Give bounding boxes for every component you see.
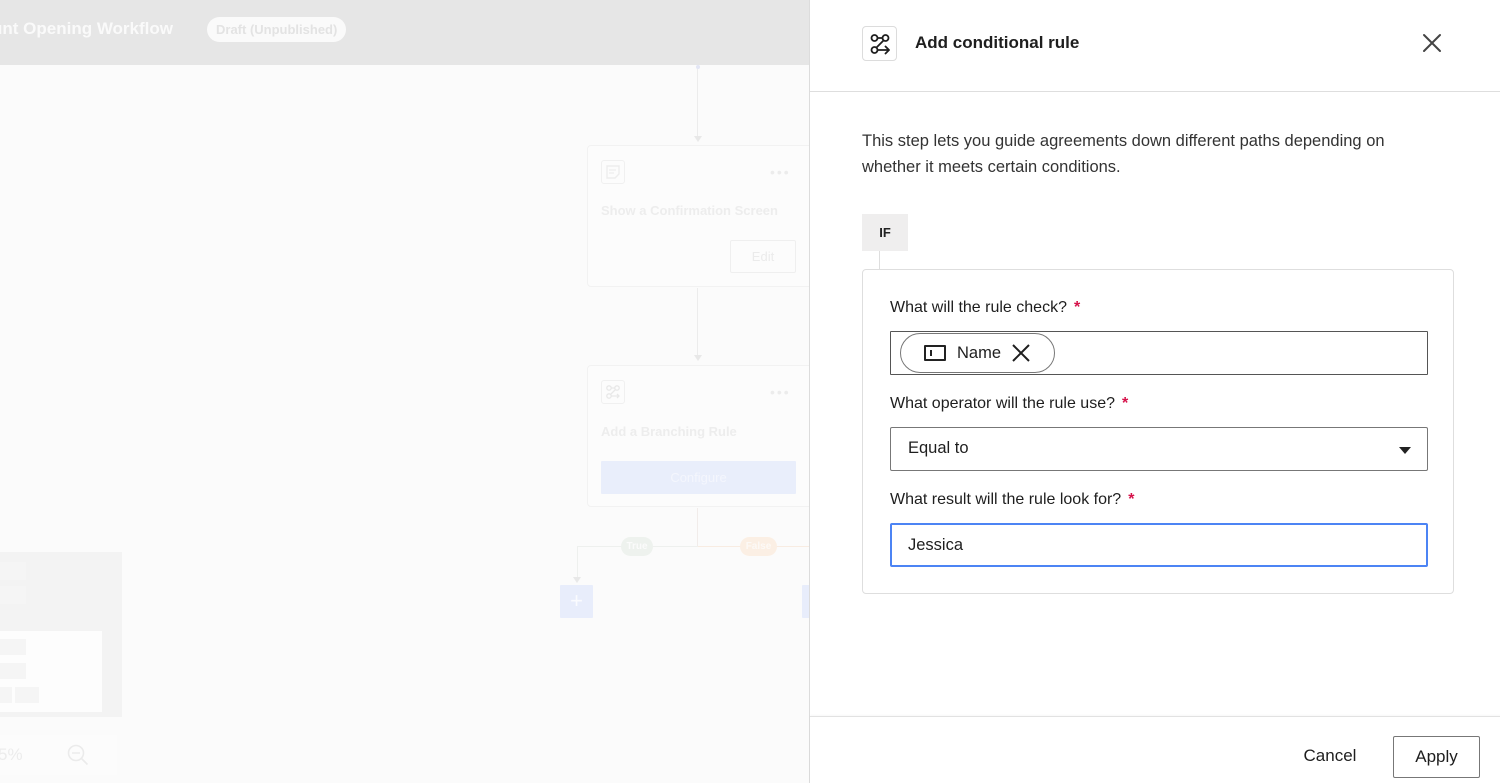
if-connector (879, 251, 880, 270)
close-button[interactable] (1418, 29, 1446, 57)
connector-dot (696, 65, 700, 69)
required-mark: * (1122, 395, 1129, 412)
panel-footer: Cancel Apply (810, 716, 1500, 783)
conditional-rule-panel: Add conditional rule This step lets you … (809, 0, 1500, 783)
operator-selected-value: Equal to (908, 439, 969, 457)
branch-icon (601, 380, 625, 404)
close-icon (1012, 344, 1030, 362)
add-step-button[interactable] (802, 585, 809, 618)
chip-remove-button[interactable] (1010, 342, 1032, 364)
step-card-branching-rule[interactable]: ••• Add a Branching Rule Configure (587, 365, 809, 507)
more-options-icon[interactable]: ••• (770, 384, 791, 400)
required-mark: * (1128, 491, 1135, 508)
workflow-header: unt Opening Workflow Draft (Unpublished) (0, 0, 809, 65)
caret-down-icon (1399, 447, 1411, 454)
minimap-block (0, 586, 26, 604)
status-badge: Draft (Unpublished) (207, 17, 347, 42)
note-icon (601, 160, 625, 184)
panel-header: Add conditional rule (810, 0, 1500, 92)
minimap-viewport[interactable] (0, 631, 102, 712)
result-input[interactable] (890, 523, 1428, 567)
result-label-text: What result will the rule look for? (890, 491, 1122, 508)
minimap-block (0, 562, 26, 580)
minimap-block (0, 663, 26, 679)
minimap-block (0, 639, 26, 655)
step-title: Add a Branching Rule (601, 424, 737, 439)
panel-title: Add conditional rule (915, 33, 1080, 52)
operator-label: What operator will the rule use? * (890, 395, 1128, 413)
if-label: IF (862, 214, 908, 251)
workflow-title: unt Opening Workflow (0, 19, 173, 38)
rule-card: What will the rule check? * Name What ope… (862, 269, 1454, 594)
step-title: Show a Confirmation Screen (601, 203, 778, 218)
connector-line (697, 66, 698, 138)
add-step-button[interactable]: + (560, 585, 593, 618)
false-branch-label: False (740, 537, 777, 556)
connector-arrow (694, 355, 702, 361)
minimap-block (0, 687, 12, 703)
required-mark: * (1073, 299, 1081, 316)
zoom-controls: 5% (0, 735, 117, 775)
minimap[interactable] (0, 552, 122, 717)
rule-check-label: What will the rule check? * (890, 299, 1080, 317)
cancel-button[interactable]: Cancel (1292, 737, 1368, 775)
text-field-icon (924, 345, 946, 361)
connector-line (697, 288, 698, 356)
workflow-canvas: unt Opening Workflow Draft (Unpublished)… (0, 0, 809, 783)
connector-arrow (573, 577, 581, 583)
connector-arrow (694, 136, 702, 142)
more-options-icon[interactable]: ••• (770, 164, 791, 180)
operator-select[interactable]: Equal to (890, 427, 1428, 471)
result-label: What result will the rule look for? * (890, 491, 1134, 509)
apply-button[interactable]: Apply (1393, 736, 1480, 778)
zoom-out-icon[interactable] (66, 743, 90, 772)
panel-description: This step lets you guide agreements down… (862, 132, 1385, 176)
close-icon (1423, 34, 1441, 52)
edit-button[interactable]: Edit (730, 240, 796, 273)
field-chip[interactable]: Name (900, 333, 1055, 373)
true-branch-label: True (621, 537, 653, 556)
chip-label: Name (957, 343, 1002, 362)
zoom-level: 5% (0, 745, 23, 764)
configure-button[interactable]: Configure (601, 461, 796, 494)
branch-line (697, 508, 698, 546)
minimap-block (15, 687, 39, 703)
step-card-confirmation[interactable]: ••• Show a Confirmation Screen Edit (587, 145, 809, 287)
rule-check-label-text: What will the rule check? (890, 299, 1067, 316)
branch-line-true-down (577, 546, 578, 579)
operator-label-text: What operator will the rule use? (890, 395, 1115, 412)
conditional-branch-icon (862, 26, 897, 61)
rule-check-input[interactable]: Name (890, 331, 1428, 375)
